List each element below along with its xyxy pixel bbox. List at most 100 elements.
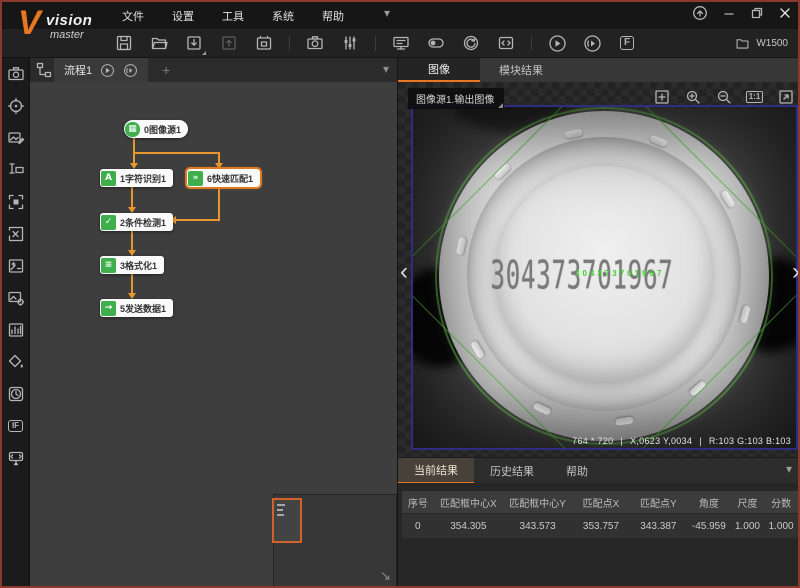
connector-line	[133, 152, 218, 154]
fullscreen-icon[interactable]	[777, 88, 794, 105]
flow-header: 流程1 + ▾	[30, 58, 397, 82]
node-condition-check[interactable]: ✓ 2条件检测1	[100, 213, 173, 231]
snapshot-icon[interactable]	[254, 33, 274, 53]
titlebar-chevron-down-icon[interactable]: ▾	[384, 6, 390, 20]
image-status-bar: 764 * 720 | X,0623 Y,0034 | R:103 G:103 …	[572, 436, 791, 446]
image-vignette	[413, 107, 796, 448]
tab-image[interactable]: 图像	[398, 58, 480, 82]
fast-match-icon: »	[188, 171, 203, 186]
camera-manager-icon[interactable]	[305, 33, 325, 53]
measure-icon[interactable]	[6, 160, 26, 180]
send-data-icon: →	[101, 301, 116, 316]
position-correction-icon[interactable]	[6, 224, 26, 244]
camera-icon[interactable]	[6, 64, 26, 84]
logo-v-mark: V	[18, 6, 41, 40]
minimize-icon[interactable]	[722, 6, 736, 20]
menu-tools[interactable]: 工具	[210, 4, 256, 28]
connector-line	[218, 187, 220, 221]
flow-run-loop-icon[interactable]	[123, 63, 138, 78]
connector-line	[176, 219, 220, 221]
image-source-selector[interactable]: 图像源1.输出图像	[408, 88, 504, 109]
node-send-data[interactable]: → 5发送数据1	[100, 299, 173, 317]
image-settings-icon[interactable]	[6, 288, 26, 308]
zoom-out-icon[interactable]	[715, 88, 732, 105]
node-fast-match[interactable]: » 6快速匹配1	[187, 169, 260, 187]
communication-monitor-icon[interactable]	[391, 33, 411, 53]
menu-help[interactable]: 帮助	[310, 4, 356, 28]
import-icon[interactable]	[184, 33, 204, 53]
col-scale: 尺度	[731, 491, 765, 513]
menu-settings[interactable]: 设置	[160, 4, 206, 28]
timer-icon[interactable]	[6, 384, 26, 404]
node-char-recognition[interactable]: A 1字符识别1	[100, 169, 173, 187]
image-resolution: 764 * 720	[572, 436, 613, 446]
run-once-icon[interactable]	[547, 33, 567, 53]
import-dropdown-corner	[202, 51, 206, 55]
flow-list-icon[interactable]	[36, 62, 52, 78]
tab-current-result[interactable]: 当前结果	[398, 458, 474, 484]
image-viewer[interactable]: 图像源1.输出图像 1:1 ‹ ›	[398, 82, 800, 457]
selector-corner-icon	[498, 103, 503, 108]
home-icon[interactable]	[692, 5, 708, 21]
result-collapse-chevron-icon[interactable]: ▾	[786, 462, 792, 476]
fit-view-icon[interactable]	[653, 88, 670, 105]
color-fill-icon[interactable]	[6, 352, 26, 372]
col-match-point-y: 匹配点Y	[630, 491, 687, 513]
focus-region-icon[interactable]	[6, 192, 26, 212]
minimap-node-mark	[277, 509, 283, 511]
flow-run-once-icon[interactable]	[100, 63, 115, 78]
logo-line2: master	[50, 29, 84, 41]
run-continuous-icon[interactable]	[582, 33, 602, 53]
code-script-icon[interactable]	[496, 33, 516, 53]
tab-help[interactable]: 帮助	[550, 458, 604, 484]
communication-icon[interactable]	[6, 448, 26, 468]
table-header-row: 序号 匹配框中心X 匹配框中心Y 匹配点X 匹配点Y 角度 尺度 分数	[402, 491, 798, 513]
flow-tab[interactable]: 流程1	[54, 58, 148, 82]
node-format[interactable]: ≡ 3格式化1	[100, 256, 164, 274]
toolbar-separator	[375, 36, 376, 51]
table-row[interactable]: 0 354.305 343.573 353.757 343.387 -45.95…	[402, 514, 798, 538]
close-icon[interactable]	[778, 6, 792, 20]
flow-minimap-viewport[interactable]	[272, 498, 302, 543]
export-icon[interactable]	[219, 33, 239, 53]
parameter-sliders-icon[interactable]	[340, 33, 360, 53]
logo-line1: vision	[46, 12, 92, 29]
add-flow-button[interactable]: +	[162, 62, 170, 78]
toolbar-separator	[289, 36, 290, 51]
flow-collapse-chevron-icon[interactable]: ▾	[383, 62, 389, 76]
calculator-icon[interactable]	[6, 256, 26, 276]
prev-image-chevron[interactable]: ‹	[400, 260, 408, 284]
minimap-resize-icon[interactable]: ↘	[380, 568, 391, 584]
vision-master-logo: V vision master	[18, 6, 128, 54]
project-indicator[interactable]: W1500	[735, 29, 788, 58]
connector-line	[218, 152, 220, 163]
flow-panel: 流程1 + ▾ ▦ 0图像源1	[30, 58, 397, 588]
histogram-icon[interactable]	[6, 320, 26, 340]
result-tab-bar: 当前结果 历史结果 帮助	[398, 457, 800, 483]
right-panel: 图像 模块结果 图像源1.输出图像 1:1 ‹ ›	[397, 58, 800, 588]
col-match-box-center-y: 匹配框中心Y	[503, 491, 572, 513]
inspection-image[interactable]: 304373701967 304373701967 764 * 720 | X,…	[411, 105, 798, 450]
crosshair-locate-icon[interactable]	[6, 96, 26, 116]
restore-icon[interactable]	[750, 6, 764, 20]
flow-canvas[interactable]: ▦ 0图像源1 A 1字符识别1 » 6快速匹配1 ✓ 2条件检测1 ≡ 3格式…	[30, 82, 397, 588]
cursor-position: X,0623 Y,0034	[630, 436, 692, 446]
col-match-point-x: 匹配点X	[572, 491, 629, 513]
global-refresh-icon[interactable]	[461, 33, 481, 53]
open-project-icon[interactable]	[149, 33, 169, 53]
tab-module-result[interactable]: 模块结果	[480, 58, 562, 82]
image-edit-icon[interactable]	[6, 128, 26, 148]
next-image-chevron[interactable]: ›	[792, 260, 800, 284]
node-image-source[interactable]: ▦ 0图像源1	[124, 120, 188, 138]
io-toggle-icon[interactable]	[426, 33, 446, 53]
connector-line	[131, 274, 133, 293]
format-icon: ≡	[101, 258, 116, 273]
col-angle: 角度	[687, 491, 731, 513]
one-to-one-icon[interactable]: 1:1	[746, 88, 763, 105]
connector-line	[131, 187, 133, 207]
tab-history-result[interactable]: 历史结果	[474, 458, 550, 484]
if-condition-icon[interactable]: IF	[6, 416, 26, 436]
format-f-icon[interactable]: F	[617, 33, 637, 53]
zoom-in-icon[interactable]	[684, 88, 701, 105]
menu-system[interactable]: 系统	[260, 4, 306, 28]
